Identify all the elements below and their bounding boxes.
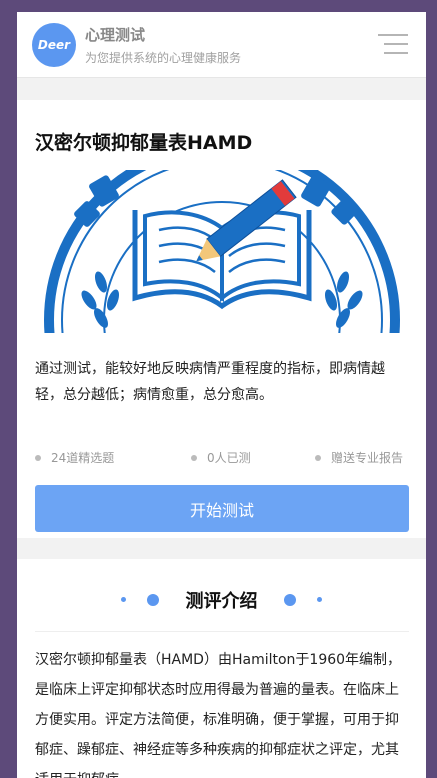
bullet-icon bbox=[35, 454, 41, 461]
laurel-left bbox=[81, 271, 120, 328]
test-description: 通过测试，能较好地反映病情严重程度的指标，即病情越轻，总分越低；病情愈重，总分愈… bbox=[35, 361, 385, 403]
site-subtitle: 为您提供系统的心理健康服务 bbox=[85, 51, 242, 65]
test-title: 汉密尔顿抑郁量表HAMD bbox=[35, 132, 253, 154]
decor-dot-icon bbox=[284, 594, 296, 606]
test-stats: 24道精选题 0人已测 赠送专业报告 bbox=[35, 449, 409, 469]
section-title: 测评介绍 bbox=[185, 591, 258, 612]
bullet-icon bbox=[315, 454, 321, 461]
section-header: 测评介绍 bbox=[17, 584, 426, 614]
site-title: 心理测试 bbox=[85, 26, 146, 44]
menu-icon[interactable] bbox=[378, 32, 408, 56]
site-header: Deer 心理测试 为您提供系统的心理健康服务 bbox=[17, 12, 426, 78]
book-pencil-illustration bbox=[44, 170, 400, 333]
test-banner bbox=[35, 170, 409, 333]
app-frame: Deer 心理测试 为您提供系统的心理健康服务 汉密尔顿抑郁量表HAMD 通过测… bbox=[17, 12, 426, 778]
stat-report: 赠送专业报告 bbox=[315, 449, 403, 466]
laurel-right bbox=[324, 271, 363, 328]
seal-glyph-mark bbox=[331, 197, 359, 225]
intro-card: 测评介绍 汉密尔顿抑郁量表（HAMD）由Hamilton于1960年编制，是临床… bbox=[17, 559, 426, 778]
menu-line bbox=[384, 43, 408, 45]
bullet-icon bbox=[191, 454, 197, 461]
decor-dot-icon bbox=[317, 597, 322, 602]
intro-text: 汉密尔顿抑郁量表（HAMD）由Hamilton于1960年编制，是临床上评定抑郁… bbox=[35, 652, 402, 778]
menu-line bbox=[384, 52, 408, 54]
start-test-button[interactable]: 开始测试 bbox=[35, 485, 409, 532]
stat-taken-count: 0人已测 bbox=[191, 449, 251, 466]
stat-label: 赠送专业报告 bbox=[331, 451, 404, 465]
stat-question-count: 24道精选题 bbox=[35, 449, 114, 466]
section-divider bbox=[35, 631, 409, 632]
stat-label: 24道精选题 bbox=[51, 451, 115, 465]
menu-line bbox=[378, 34, 408, 36]
test-card: 汉密尔顿抑郁量表HAMD 通过测试，能较好地反映病情严重程度的指标，即病情越轻，… bbox=[17, 100, 426, 538]
logo-text: Deer bbox=[37, 38, 71, 52]
site-logo[interactable]: Deer bbox=[32, 23, 76, 67]
stat-label: 0人已测 bbox=[207, 451, 251, 465]
